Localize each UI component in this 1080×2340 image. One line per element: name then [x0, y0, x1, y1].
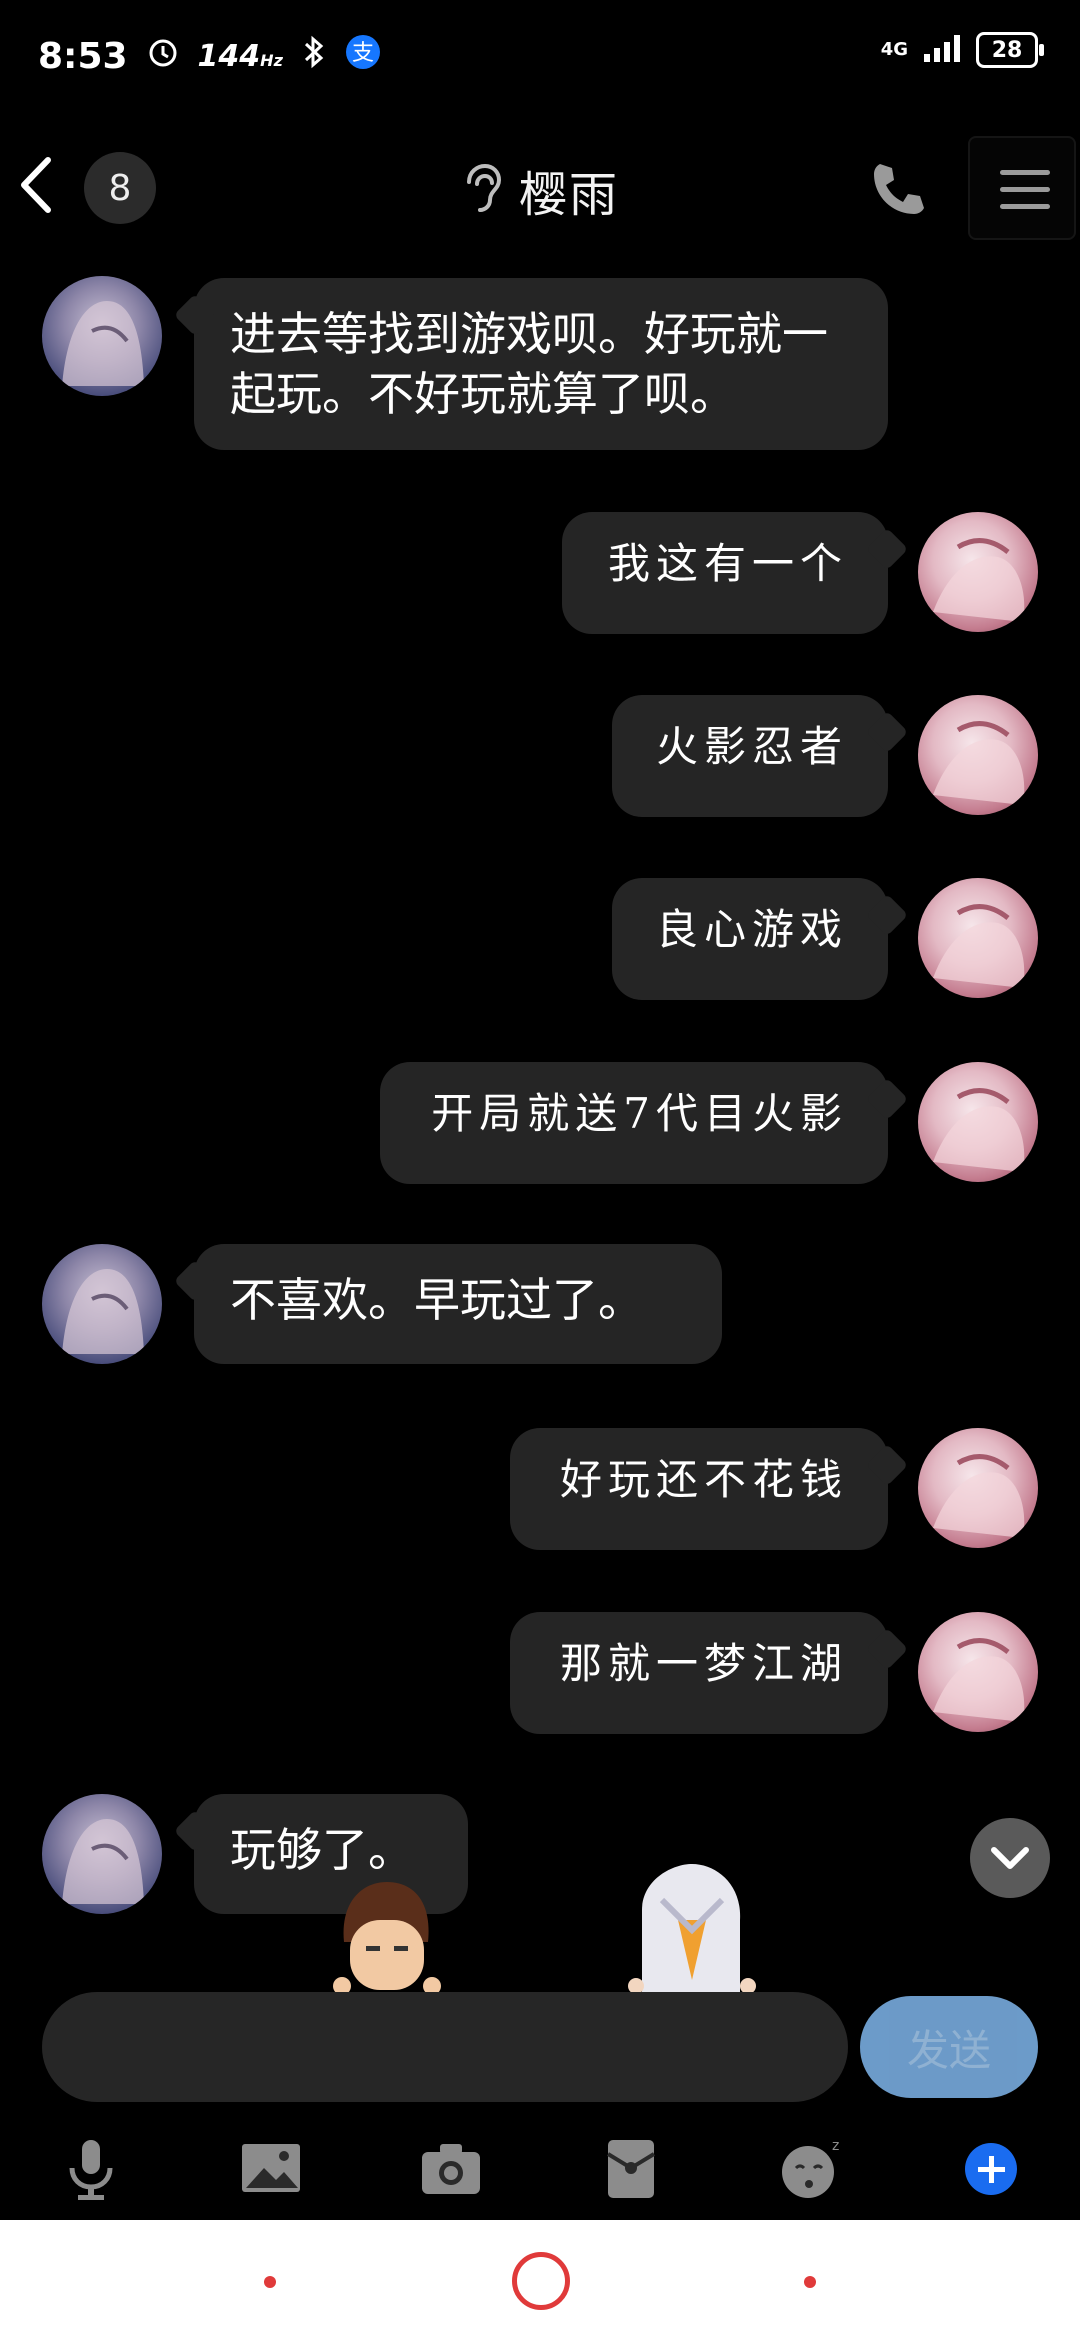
- user-avatar[interactable]: [918, 695, 1038, 815]
- alarm-icon: [146, 35, 180, 78]
- scroll-to-bottom-button[interactable]: [970, 1818, 1050, 1898]
- status-time: 8:53: [38, 36, 128, 77]
- input-toolbar: z: [0, 2120, 1080, 2220]
- network-type: 4G: [880, 39, 908, 60]
- message-bubble[interactable]: 火影忍者: [612, 695, 888, 817]
- menu-line: [1000, 170, 1050, 175]
- image-icon[interactable]: [236, 2134, 306, 2204]
- battery-icon: 28: [976, 32, 1044, 68]
- bluetooth-icon: [301, 34, 327, 79]
- user-avatar[interactable]: [918, 1062, 1038, 1182]
- ear-icon[interactable]: [461, 162, 501, 218]
- phone-icon[interactable]: [866, 158, 930, 222]
- message-bubble[interactable]: 进去等找到游戏呗。好玩就一起玩。不好玩就算了呗。: [194, 278, 888, 450]
- send-button[interactable]: 发送: [860, 1996, 1038, 2098]
- user-avatar[interactable]: [918, 878, 1038, 998]
- user-avatar[interactable]: [918, 1428, 1038, 1548]
- contact-avatar[interactable]: [42, 1794, 162, 1914]
- menu-button[interactable]: [968, 136, 1076, 240]
- signal-icon: [922, 32, 962, 68]
- svg-text:支: 支: [352, 41, 374, 66]
- nav-menu-button[interactable]: [264, 2276, 276, 2288]
- nav-back-button[interactable]: [804, 2276, 816, 2288]
- alipay-icon: 支: [345, 34, 381, 79]
- nav-home-button[interactable]: [512, 2252, 570, 2310]
- menu-line: [1000, 204, 1050, 209]
- emoji-icon[interactable]: z: [776, 2134, 846, 2204]
- status-bar: 8:53 144Hz 支 4G 28: [0, 0, 1080, 110]
- message-bubble[interactable]: 良心游戏: [612, 878, 888, 1000]
- refresh-rate: 144Hz: [197, 39, 283, 74]
- contact-name: 樱雨: [518, 167, 619, 223]
- contact-avatar[interactable]: [42, 1244, 162, 1364]
- message-bubble[interactable]: 不喜欢。早玩过了。: [194, 1244, 722, 1364]
- message-bubble[interactable]: 那就一梦江湖: [510, 1612, 888, 1734]
- user-avatar[interactable]: [918, 1612, 1038, 1732]
- svg-text:z: z: [832, 2138, 839, 2154]
- message-bubble[interactable]: 开局就送7代目火影: [380, 1062, 888, 1184]
- microphone-icon[interactable]: [56, 2134, 126, 2204]
- contact-avatar[interactable]: [42, 276, 162, 396]
- camera-icon[interactable]: [416, 2134, 486, 2204]
- menu-line: [1000, 187, 1050, 192]
- message-bubble[interactable]: 好玩还不花钱: [510, 1428, 888, 1550]
- peeking-cartoon-boy: [322, 1872, 452, 1996]
- peeking-cartoon-character: [612, 1860, 772, 1996]
- user-avatar[interactable]: [918, 512, 1038, 632]
- plus-icon[interactable]: [956, 2134, 1026, 2204]
- system-nav-bar: [0, 2220, 1080, 2340]
- red-packet-icon[interactable]: [596, 2134, 666, 2204]
- message-bubble[interactable]: 我这有一个: [562, 512, 888, 634]
- message-input[interactable]: [42, 1992, 848, 2102]
